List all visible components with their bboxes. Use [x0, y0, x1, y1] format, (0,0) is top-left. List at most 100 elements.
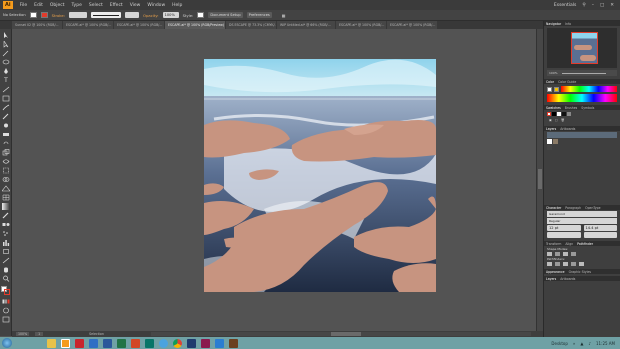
menu-effect[interactable]: Effect: [110, 3, 123, 8]
menu-select[interactable]: Select: [89, 3, 103, 8]
eraser-tool-icon[interactable]: [2, 131, 10, 138]
scroll-thumb[interactable]: [538, 169, 542, 189]
screen-mode-icon[interactable]: [2, 316, 10, 323]
layer-thumbnail[interactable]: [547, 139, 552, 144]
start-button-icon[interactable]: [2, 338, 12, 348]
volume-icon[interactable]: ♪: [588, 341, 591, 346]
color-fill-swatch[interactable]: [547, 86, 552, 92]
tab-graphic-styles[interactable]: Graphic Styles: [569, 270, 591, 274]
style-swatch[interactable]: [197, 12, 205, 18]
tab-character[interactable]: Character: [546, 206, 561, 210]
doc-tab[interactable]: ESCAPE.ai* @ 100% (RGB/...: [63, 21, 113, 29]
brush-definition-dropdown[interactable]: [90, 12, 121, 18]
scale-tool-icon[interactable]: [2, 149, 10, 156]
indesign-taskbar-icon[interactable]: [201, 338, 210, 348]
tab-color-guide[interactable]: Color Guide: [558, 80, 576, 84]
lasso-tool-icon[interactable]: [2, 59, 10, 66]
zoom-tool-icon[interactable]: [2, 275, 10, 282]
symbol-sprayer-tool-icon[interactable]: [2, 230, 10, 237]
magic-wand-icon[interactable]: [2, 50, 10, 57]
chrome-taskbar-icon[interactable]: [173, 338, 182, 348]
tray-expand-icon[interactable]: »: [573, 341, 575, 346]
paintbrush-tool-icon[interactable]: [2, 104, 10, 111]
menu-help[interactable]: Help: [172, 3, 182, 8]
swatch-gray[interactable]: [567, 112, 571, 116]
browser-taskbar-icon[interactable]: [159, 338, 168, 348]
tab-transform[interactable]: Transform: [546, 242, 561, 246]
doc-tab[interactable]: Sunset 02 @ 100% (RGB/...: [12, 21, 62, 29]
crop-icon[interactable]: [571, 262, 576, 266]
menu-object[interactable]: Object: [50, 3, 65, 8]
tab-opentype[interactable]: OpenType: [585, 206, 600, 210]
doc-tab[interactable]: ESCAPE.ai* @ 100% (RGB/...: [114, 21, 164, 29]
tab-paragraph[interactable]: Paragraph: [565, 206, 581, 210]
swatch-library-icon[interactable]: ▣: [549, 118, 552, 122]
type-tool-icon[interactable]: T: [2, 77, 10, 84]
horizontal-scroll-thumb[interactable]: [331, 332, 361, 336]
perspective-grid-tool-icon[interactable]: [1, 185, 11, 192]
tab-info[interactable]: Info: [565, 22, 571, 26]
swatch-none[interactable]: [547, 112, 551, 116]
tab-navigator[interactable]: Navigator: [546, 22, 561, 26]
draw-mode-icon[interactable]: [2, 307, 10, 314]
powerpoint-taskbar-icon[interactable]: [131, 338, 140, 348]
tab-artboards-collapsed[interactable]: Artboards: [560, 277, 575, 281]
illustrator-taskbar-icon[interactable]: [61, 338, 70, 348]
vertical-scrollbar[interactable]: [536, 29, 543, 331]
menu-window[interactable]: Window: [147, 3, 165, 8]
tracking-field[interactable]: [583, 232, 617, 238]
menu-file[interactable]: File: [20, 3, 28, 8]
swatch-registration[interactable]: [552, 112, 556, 116]
gradient-tool-icon[interactable]: [2, 203, 10, 210]
swatch-black[interactable]: [562, 112, 566, 116]
line-tool-icon[interactable]: [2, 86, 10, 93]
merge-icon[interactable]: [563, 262, 568, 266]
menu-type[interactable]: Type: [72, 3, 82, 8]
navigator-preview[interactable]: [547, 28, 617, 68]
tab-color[interactable]: Color: [546, 80, 554, 84]
tab-pathfinder[interactable]: Pathfinder: [577, 242, 593, 246]
artboard-seascape-artwork[interactable]: [204, 59, 436, 292]
doc-tab[interactable]: WIP Untitled.ai* @ 66% (RGB/...: [277, 21, 335, 29]
minimize-icon[interactable]: –: [592, 3, 594, 8]
tab-brushes[interactable]: Brushes: [565, 106, 577, 110]
direct-selection-tool-icon[interactable]: [2, 40, 10, 48]
doc-tab-active[interactable]: ESCAPE.ai* @ 100% (RGB/Preview): [165, 21, 225, 29]
unite-icon[interactable]: [547, 252, 552, 256]
font-family-dropdown[interactable]: Garamond: [547, 211, 617, 217]
layer-thumbnail[interactable]: [547, 145, 552, 150]
pen-tool-icon[interactable]: [2, 68, 10, 75]
media-player-taskbar-icon[interactable]: [215, 338, 224, 348]
blob-brush-tool-icon[interactable]: [2, 122, 10, 129]
exclude-icon[interactable]: [571, 252, 576, 256]
new-swatch-icon[interactable]: □: [555, 118, 558, 122]
menu-edit[interactable]: Edit: [34, 3, 43, 8]
column-graph-tool-icon[interactable]: [2, 239, 10, 246]
delete-swatch-icon[interactable]: 🗑: [561, 118, 565, 122]
word-taskbar-icon[interactable]: [103, 338, 112, 348]
stroke-color-box[interactable]: [4, 289, 10, 295]
tab-symbols[interactable]: Symbols: [581, 106, 594, 110]
basic-dropdown[interactable]: [124, 12, 139, 18]
kerning-field[interactable]: [547, 232, 581, 238]
hand-tool-icon[interactable]: [2, 266, 10, 273]
mesh-tool-icon[interactable]: [2, 194, 10, 201]
trim-icon[interactable]: [555, 262, 560, 266]
photoshop-taskbar-icon[interactable]: [187, 338, 196, 348]
publisher-taskbar-icon[interactable]: [145, 338, 154, 348]
pencil-tool-icon[interactable]: [2, 113, 10, 120]
stroke-weight-field[interactable]: [68, 12, 87, 18]
search-icon[interactable]: ⚲: [582, 3, 585, 8]
artboard-navigation-field[interactable]: 1: [35, 332, 44, 336]
font-size-field[interactable]: 12 pt: [547, 225, 581, 231]
tab-swatches[interactable]: Swatches: [546, 106, 561, 110]
network-icon[interactable]: ▲: [580, 341, 583, 346]
navigator-zoom-slider[interactable]: [561, 72, 606, 74]
explorer-taskbar-icon[interactable]: [47, 338, 56, 348]
tab-appearance[interactable]: Appearance: [546, 270, 565, 274]
opacity-field[interactable]: 100%: [162, 12, 179, 18]
layer-thumbnail[interactable]: [553, 139, 558, 144]
horizontal-scrollbar[interactable]: [151, 332, 531, 336]
slice-tool-icon[interactable]: [2, 257, 10, 264]
rectangle-tool-icon[interactable]: [2, 95, 10, 102]
